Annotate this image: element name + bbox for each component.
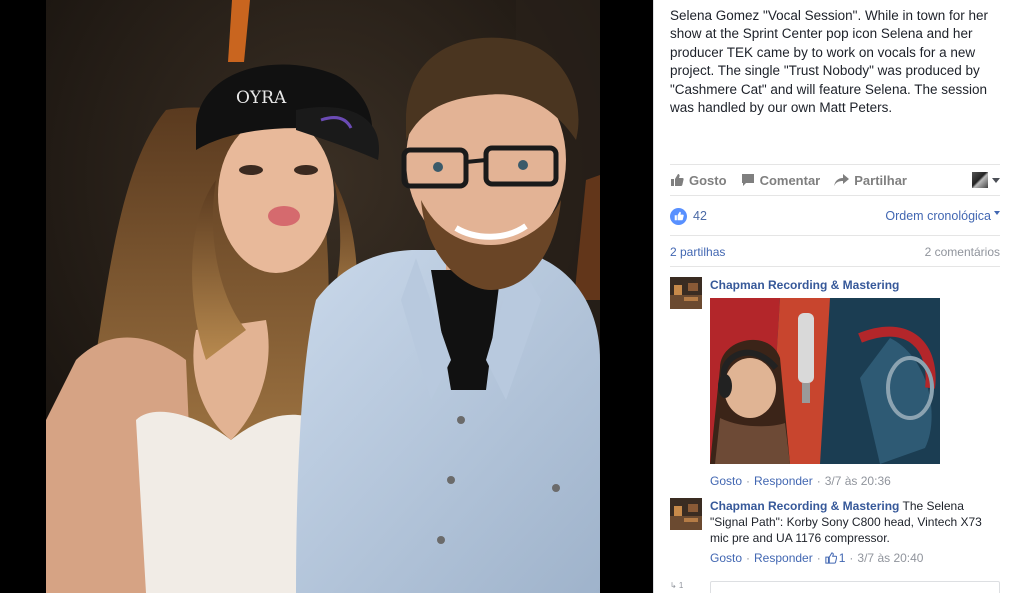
post-details-panel: Selena Gomez "Vocal Session". While in t…	[653, 0, 1011, 593]
studio-avatar-image	[670, 277, 702, 309]
comment-button[interactable]: Comentar	[741, 172, 821, 188]
post-caption: Selena Gomez "Vocal Session". While in t…	[670, 8, 988, 116]
comment-timestamp[interactable]: 3/7 às 20:40	[857, 550, 923, 566]
comment-reply-link[interactable]: Responder	[754, 473, 813, 489]
commenter-avatar[interactable]	[670, 277, 702, 309]
post-photo[interactable]: OYRA	[46, 0, 600, 593]
comment-actions: Gosto · Responder · 3/7 às 20:36	[710, 473, 891, 489]
like-button-label: Gosto	[689, 172, 727, 188]
like-button[interactable]: Gosto	[670, 173, 727, 188]
comment-order-label: Ordem cronológica	[885, 209, 991, 223]
comment-author[interactable]: Chapman Recording & Mastering	[710, 278, 899, 292]
post-actions-bar: Gosto Comentar Partilhar	[670, 164, 1000, 196]
comment-order-dropdown[interactable]: Ordem cronológica	[885, 209, 1000, 223]
like-count[interactable]: 42	[693, 209, 707, 223]
reactions-row: 42 Ordem cronológica	[670, 206, 1000, 226]
comment-like-link[interactable]: Gosto	[710, 550, 742, 566]
share-button-label: Partilhar	[854, 172, 907, 188]
reply-indicator: ↳ 1	[670, 581, 684, 590]
thumbs-up-icon	[825, 552, 837, 564]
comment-like-count[interactable]: 1	[825, 550, 846, 566]
comment-actions: Gosto · Responder · 1 · 3/7 às 20:40	[710, 550, 924, 566]
comment-timestamp[interactable]: 3/7 às 20:36	[825, 473, 891, 489]
comment-body: Chapman Recording & Mastering Gosto · Re…	[710, 277, 1000, 489]
post-as-selector[interactable]	[972, 172, 1000, 188]
comments-count-link[interactable]: 2 comentários	[925, 245, 1000, 259]
thumbs-up-icon	[671, 174, 684, 186]
photo-drawing: OYRA	[46, 0, 600, 593]
comment-reply-link[interactable]: Responder	[754, 550, 813, 566]
share-comment-counts: 2 partilhas 2 comentários	[670, 245, 1000, 259]
comment-body: Chapman Recording & Mastering The Selena…	[710, 498, 1000, 566]
like-reaction-icon	[670, 207, 687, 225]
share-button[interactable]: Partilhar	[834, 173, 907, 188]
thumbs-up-icon	[674, 211, 684, 221]
commenter-avatar[interactable]	[670, 498, 702, 530]
photo-viewer: OYRA	[0, 0, 653, 593]
comment-like-link[interactable]: Gosto	[710, 473, 742, 489]
comment-author[interactable]: Chapman Recording & Mastering	[710, 499, 899, 513]
comment-photo-drawing	[710, 298, 940, 464]
reply-input[interactable]	[710, 581, 1000, 593]
comment-like-number: 1	[838, 551, 846, 565]
chevron-down-icon	[994, 211, 1000, 215]
reply-area: ↳ 1	[670, 578, 1000, 593]
divider	[670, 235, 1000, 236]
cap-logo-text: OYRA	[236, 88, 287, 108]
comment-photo[interactable]	[710, 298, 940, 464]
user-avatar	[972, 172, 988, 188]
divider	[670, 266, 1000, 267]
comment-icon	[741, 174, 754, 186]
comment-button-label: Comentar	[759, 172, 821, 188]
share-arrow-icon	[834, 174, 850, 186]
chevron-down-icon	[992, 177, 1000, 183]
shares-link[interactable]: 2 partilhas	[670, 245, 725, 259]
studio-avatar-image	[670, 498, 702, 530]
